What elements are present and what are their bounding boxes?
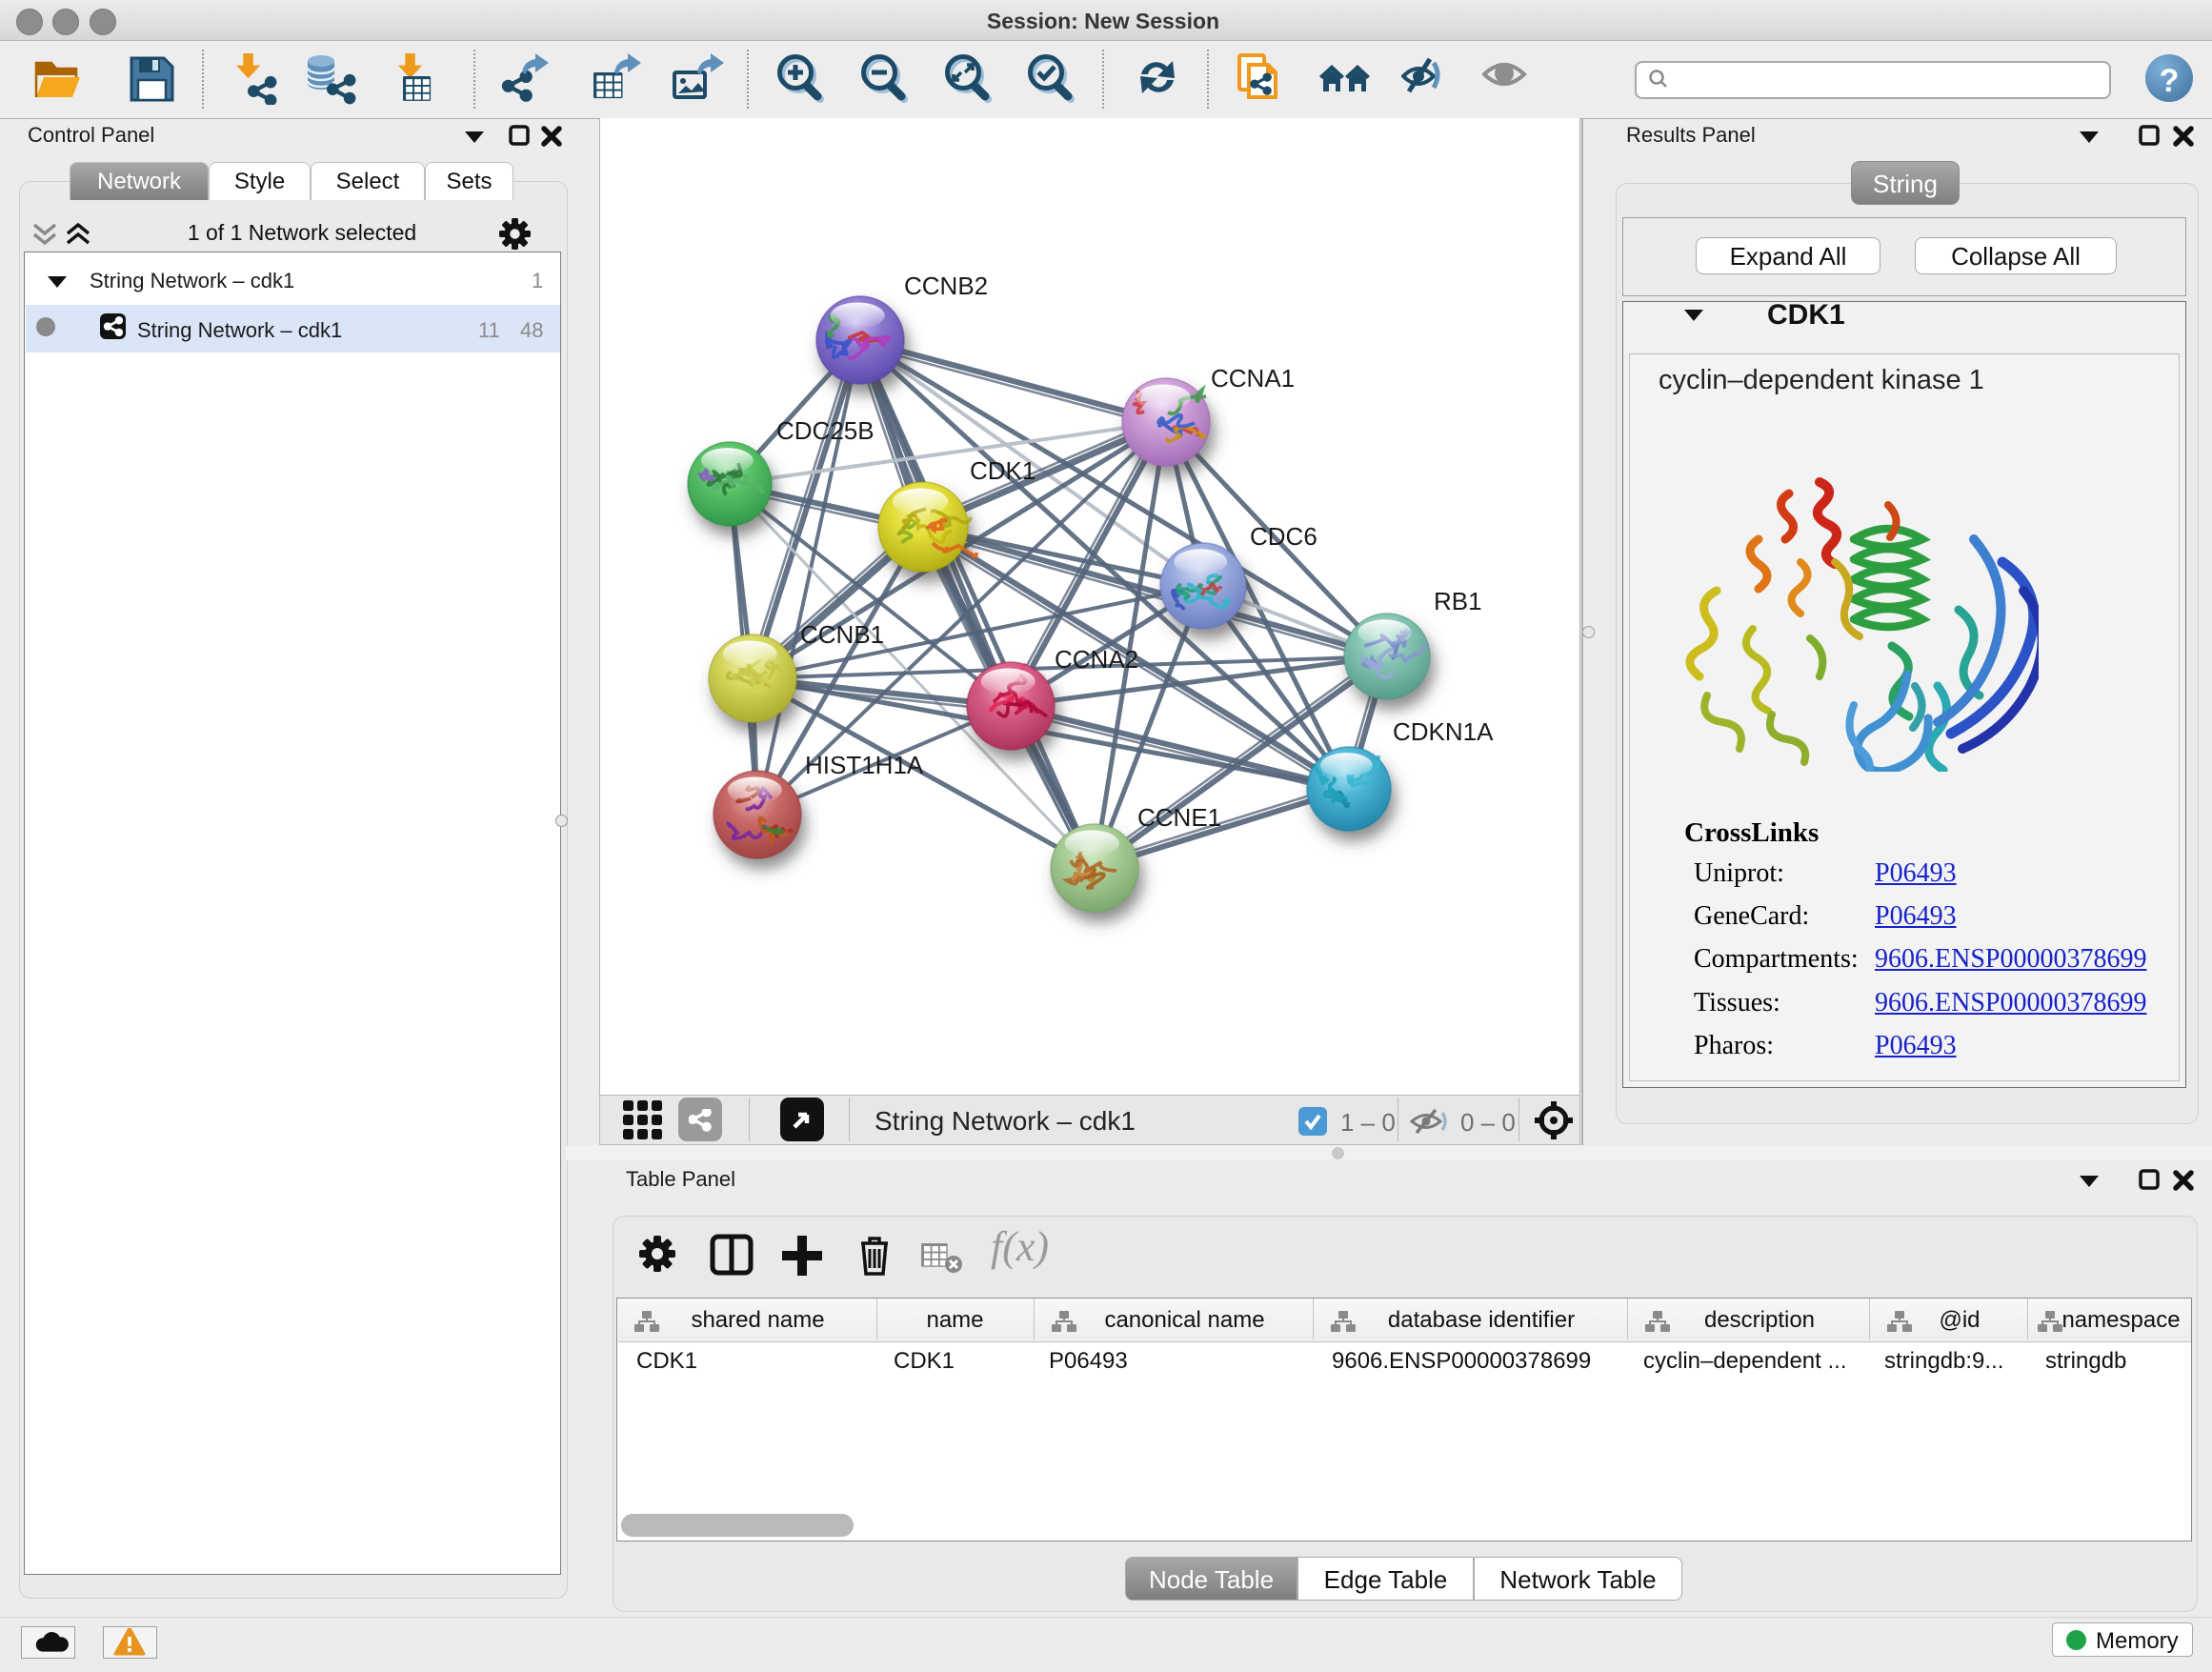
svg-text:CCNE1: CCNE1 — [1137, 803, 1221, 832]
svg-text:CCNA2: CCNA2 — [1055, 645, 1138, 674]
svg-text:RB1: RB1 — [1434, 587, 1482, 615]
svg-text:CDK1: CDK1 — [970, 456, 1036, 485]
svg-text:HIST1H1A: HIST1H1A — [805, 751, 924, 779]
svg-text:CDKN1A: CDKN1A — [1393, 717, 1494, 746]
svg-text:CCNB2: CCNB2 — [904, 272, 988, 300]
svg-text:CDC6: CDC6 — [1250, 522, 1317, 551]
svg-text:CCNA1: CCNA1 — [1211, 364, 1295, 393]
svg-text:CDC25B: CDC25B — [776, 416, 875, 445]
svg-text:CCNB1: CCNB1 — [800, 620, 884, 649]
